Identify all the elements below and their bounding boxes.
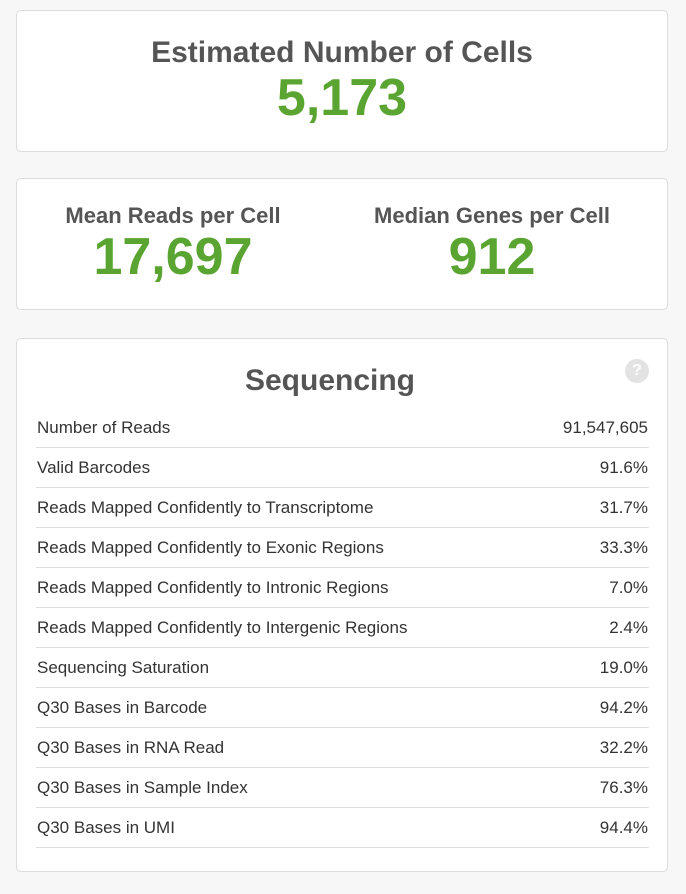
row-value: 91.6% — [599, 457, 648, 477]
row-value: 32.2% — [599, 737, 648, 757]
row-value: 2.4% — [609, 617, 648, 637]
sequencing-table: Number of Reads 91,547,605 Valid Barcodes 9… — [36, 408, 649, 848]
row-label: Reads Mapped Confidently to Intergenic R… — [37, 617, 408, 637]
row-label: Sequencing Saturation — [37, 657, 210, 677]
table-row: Reads Mapped Confidently to Intronic Reg… — [36, 568, 649, 608]
table-row: Q30 Bases in UMI 94.4% — [36, 808, 649, 848]
table-row: Reads Mapped Confidently to Transcriptom… — [36, 488, 649, 528]
row-label: Reads Mapped Confidently to Exonic Regio… — [37, 537, 384, 557]
row-value: 94.4% — [599, 817, 648, 837]
help-icon[interactable]: ? — [625, 359, 649, 383]
estimated-cells-card: Estimated Number of Cells 5,173 — [16, 10, 668, 152]
row-label: Valid Barcodes — [37, 457, 151, 477]
sequencing-card: Sequencing ? Number of Reads 91,547,605 Va… — [16, 338, 668, 872]
row-label: Q30 Bases in UMI — [37, 817, 175, 837]
table-row: Q30 Bases in Barcode 94.2% — [36, 688, 649, 728]
median-genes-value: 912 — [448, 228, 536, 286]
row-value: 7.0% — [609, 577, 648, 597]
table-row: Q30 Bases in Sample Index 76.3% — [36, 768, 649, 808]
mean-reads-value: 17,697 — [93, 228, 253, 286]
median-genes-stat: Median Genes per Cell 912 — [342, 203, 667, 285]
row-label: Number of Reads — [37, 417, 171, 437]
median-genes-title: Median Genes per Cell — [374, 203, 610, 228]
row-value: 19.0% — [599, 657, 648, 677]
row-label: Reads Mapped Confidently to Intronic Reg… — [37, 577, 389, 597]
row-value: 76.3% — [599, 777, 648, 797]
row-value: 94.2% — [599, 697, 648, 717]
row-label: Q30 Bases in Sample Index — [37, 777, 248, 797]
per-cell-stats-row: Mean Reads per Cell 17,697 Median Genes … — [17, 203, 667, 285]
row-value: 31.7% — [599, 497, 648, 517]
mean-reads-title: Mean Reads per Cell — [65, 203, 281, 228]
row-label: Q30 Bases in Barcode — [37, 697, 208, 717]
table-row: Q30 Bases in RNA Read 32.2% — [36, 728, 649, 768]
table-row: Reads Mapped Confidently to Exonic Regio… — [36, 528, 649, 568]
row-value: 91,547,605 — [562, 417, 648, 437]
per-cell-stats-card: Mean Reads per Cell 17,697 Median Genes … — [16, 178, 668, 310]
table-row: Sequencing Saturation 19.0% — [36, 648, 649, 688]
table-row: Reads Mapped Confidently to Intergenic R… — [36, 608, 649, 648]
table-row: Number of Reads 91,547,605 — [36, 408, 649, 448]
row-value: 33.3% — [599, 537, 648, 557]
row-label: Q30 Bases in RNA Read — [37, 737, 225, 757]
mean-reads-stat: Mean Reads per Cell 17,697 — [17, 203, 342, 285]
row-label: Reads Mapped Confidently to Transcriptom… — [37, 497, 374, 517]
estimated-cells-title: Estimated Number of Cells — [151, 36, 533, 69]
table-row: Valid Barcodes 91.6% — [36, 448, 649, 488]
estimated-cells-value: 5,173 — [276, 69, 408, 127]
sequencing-title: Sequencing — [244, 364, 416, 397]
